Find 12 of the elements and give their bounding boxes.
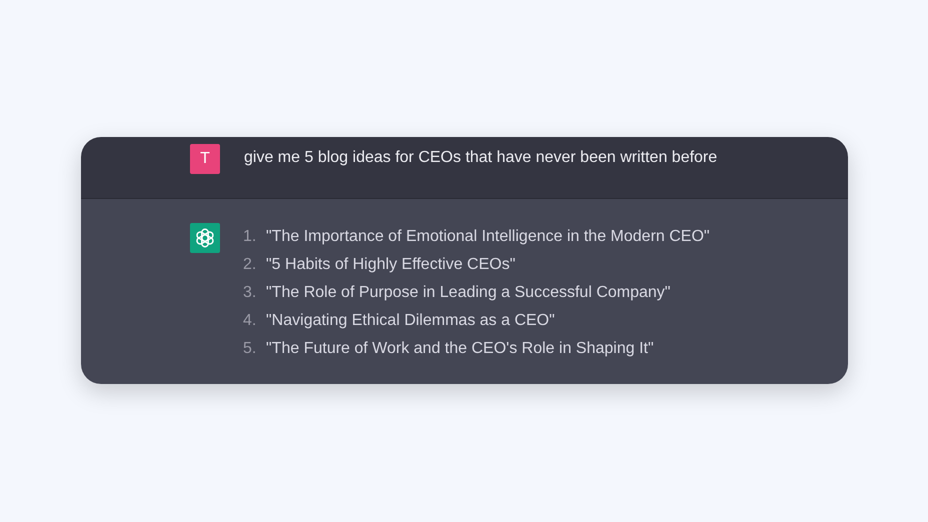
blog-idea: "The Importance of Emotional Intelligence in the Modern CEO" — [266, 228, 710, 246]
list-number: 4. — [243, 312, 258, 330]
blog-idea: "The Role of Purpose in Leading a Successful Company" — [266, 284, 670, 302]
blog-idea: "Navigating Ethical Dilemmas as a CEO" — [266, 312, 555, 330]
list-number: 1. — [243, 228, 258, 246]
list-number: 3. — [243, 284, 258, 302]
list-number: 2. — [243, 256, 258, 274]
blog-idea: "5 Habits of Highly Effective CEOs" — [266, 256, 516, 274]
blog-idea: "The Future of Work and the CEO's Role in Shaping It" — [266, 340, 654, 358]
user-message: give me 5 blog ideas for CEOs that have never been written before — [244, 148, 718, 168]
list-number: 5. — [243, 340, 258, 358]
user-avatar: T — [190, 144, 220, 174]
